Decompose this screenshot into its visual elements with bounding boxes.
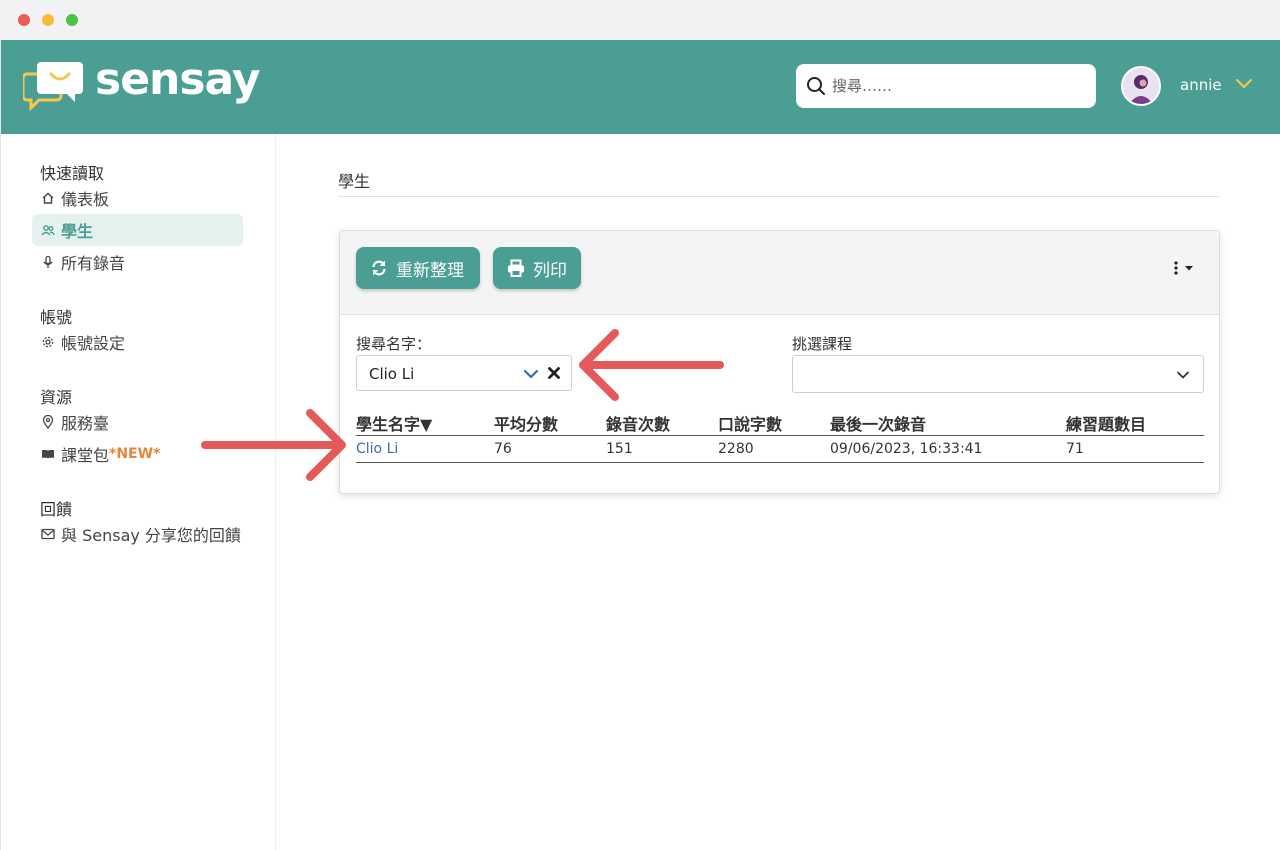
sidebar-section-account: 帳號 [40, 308, 73, 327]
table-header: 學生名字▼ 平均分數 錄音次數 口說字數 最後一次錄音 練習題數目 [356, 409, 1204, 436]
column-header-student-name[interactable]: 學生名字▼ [356, 411, 432, 435]
last-recording-cell: 09/06/2023, 16:33:41 [830, 441, 983, 457]
print-button-label: 列印 [533, 260, 567, 281]
students-table: 學生名字▼ 平均分數 錄音次數 口說字數 最後一次錄音 練習題數目 Clio L… [356, 409, 1204, 463]
chevron-down-icon[interactable] [523, 367, 539, 381]
sidebar-section-resources: 資源 [40, 388, 73, 407]
mail-icon [41, 528, 55, 540]
search-input[interactable] [832, 64, 1088, 108]
avatar[interactable] [1121, 66, 1161, 106]
users-icon [41, 225, 55, 236]
spoken-words-cell: 2280 [718, 441, 754, 457]
sidebar-item-label: 學生 [61, 222, 94, 241]
chevron-down-icon[interactable] [1235, 78, 1253, 90]
app-root: sensay annie 快速讀取 儀表板 [0, 40, 1280, 850]
sidebar-item-label: 與 Sensay 分享您的回饋 [61, 526, 241, 545]
sidebar-item-recordings[interactable]: 所有錄音 [32, 246, 243, 278]
table-row: Clio Li 76 151 2280 09/06/2023, 16:33:41… [356, 436, 1204, 463]
column-header-recording-count[interactable]: 錄音次數 [606, 411, 670, 435]
username-label[interactable]: annie [1180, 76, 1222, 94]
name-search-value: Clio Li [369, 365, 415, 383]
sidebar-item-label: 服務臺 [61, 414, 110, 433]
avatar-portrait-icon [1123, 68, 1159, 104]
name-search-label: 搜尋名字： [356, 335, 432, 353]
title-divider [338, 196, 1220, 197]
microphone-icon [43, 255, 53, 268]
annotation-arrow-right-icon [201, 409, 346, 481]
more-options-icon[interactable] [1172, 259, 1198, 277]
column-header-spoken-words[interactable]: 口說字數 [718, 411, 782, 435]
name-search-select[interactable]: Clio Li [356, 355, 572, 391]
maximize-window-button[interactable] [66, 14, 78, 26]
minimize-window-button[interactable] [42, 14, 54, 26]
sidebar-item-label: 課堂包 [61, 446, 110, 465]
sidebar-item-label: 帳號設定 [61, 334, 126, 353]
sidebar-item-dashboard[interactable]: 儀表板 [32, 182, 243, 214]
sidebar-section-quick-access: 快速讀取 [40, 164, 105, 183]
new-badge: *NEW* [109, 446, 161, 462]
card-toolbar: 重新整理 列印 [340, 231, 1219, 315]
students-card: 重新整理 列印 搜尋名字： Clio Li 挑選課程 學生名字▼ 平均分數 錄音… [339, 230, 1220, 494]
sidebar-section-feedback: 回饋 [40, 500, 73, 519]
sidebar-item-share-feedback[interactable]: 與 Sensay 分享您的回饋 [32, 518, 243, 550]
column-header-exercise-count[interactable]: 練習題數目 [1066, 411, 1146, 435]
refresh-button-label: 重新整理 [396, 260, 464, 281]
global-search[interactable] [796, 64, 1096, 108]
clear-icon[interactable] [547, 366, 561, 380]
home-icon [42, 192, 54, 204]
close-window-button[interactable] [18, 14, 30, 26]
column-header-last-recording[interactable]: 最後一次錄音 [830, 411, 926, 435]
recording-count-cell: 151 [606, 441, 633, 457]
course-select-label: 挑選課程 [792, 335, 853, 353]
course-select[interactable] [792, 355, 1204, 393]
sidebar-item-label: 儀表板 [61, 190, 110, 209]
search-icon [807, 77, 825, 95]
sidebar: 快速讀取 儀表板 學生 所有錄音 帳號 帳號設定 資源 服務臺 課堂包 *NEW*… [1, 134, 276, 850]
gear-icon [42, 336, 54, 348]
location-pin-icon [42, 415, 54, 429]
print-button[interactable]: 列印 [493, 247, 581, 289]
student-name-link[interactable]: Clio Li [356, 441, 398, 457]
brand-name: sensay [95, 54, 261, 105]
chevron-down-icon[interactable] [1175, 368, 1191, 382]
refresh-button[interactable]: 重新整理 [356, 247, 480, 289]
column-header-average-score[interactable]: 平均分數 [494, 411, 558, 435]
top-header: sensay annie [1, 40, 1280, 134]
sensay-logo-icon[interactable] [23, 60, 85, 114]
average-score-cell: 76 [494, 441, 512, 457]
sidebar-item-students[interactable]: 學生 [32, 214, 243, 246]
window-title-bar [0, 0, 1280, 40]
printer-icon [508, 259, 524, 277]
exercise-count-cell: 71 [1066, 441, 1084, 457]
sidebar-item-label: 所有錄音 [61, 254, 126, 273]
main-content: 學生 重新整理 列印 搜尋名字： Clio Li 挑選課程 學生名字▼ 平均分數… [276, 134, 1280, 850]
page-title: 學生 [338, 172, 371, 191]
book-icon [42, 450, 54, 459]
annotation-arrow-left-icon [579, 329, 724, 401]
refresh-icon [372, 260, 386, 276]
sidebar-item-account-settings[interactable]: 帳號設定 [32, 326, 243, 358]
